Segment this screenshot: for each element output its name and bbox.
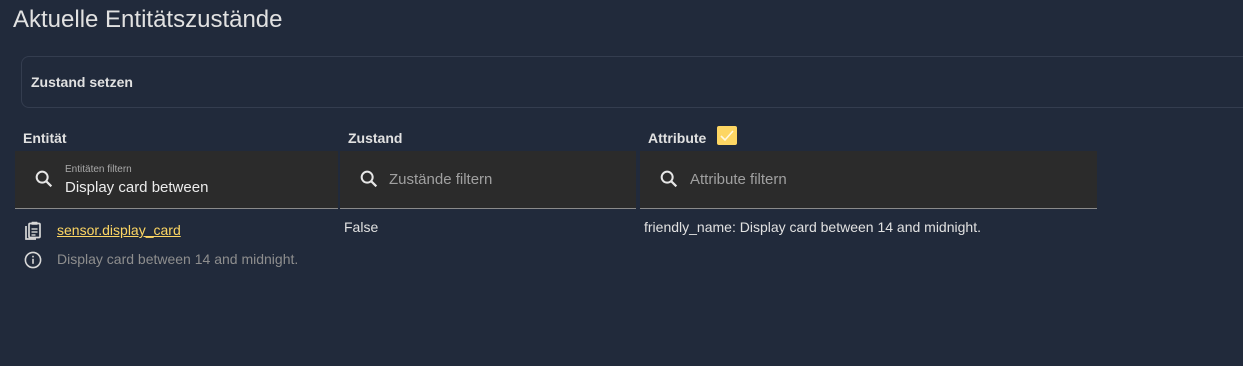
set-state-expansion-panel[interactable]: Zustand setzen [21, 56, 1243, 108]
entity-filter-field[interactable]: Entitäten filtern Display card between [15, 151, 338, 209]
copy-clipboard-icon[interactable] [23, 220, 43, 240]
state-filter-input[interactable]: Zustände filtern [389, 171, 492, 188]
state-filter-field[interactable]: Zustände filtern [340, 151, 636, 209]
set-state-label: Zustand setzen [31, 74, 133, 90]
entity-state-value: False [344, 219, 379, 235]
column-header-entity: Entität [23, 130, 67, 146]
entity-attributes-value: friendly_name: Display card between 14 a… [644, 219, 981, 235]
column-header-attributes: Attribute [648, 130, 707, 146]
column-header-state: Zustand [348, 130, 403, 146]
page-title: Aktuelle Entitätszustände [13, 6, 283, 33]
attributes-toggle-checkbox[interactable] [717, 126, 737, 145]
attributes-filter-input[interactable]: Attribute filtern [690, 171, 787, 188]
search-icon [360, 170, 378, 188]
entity-filter-label: Entitäten filtern [65, 164, 132, 175]
entity-id-link[interactable]: sensor.display_card [57, 222, 181, 238]
entity-friendly-name: Display card between 14 and midnight. [57, 251, 299, 267]
checkmark-icon [720, 130, 734, 142]
info-icon[interactable] [24, 251, 42, 269]
search-icon [35, 170, 53, 188]
developer-tools-states-page: Aktuelle Entitätszustände Zustand setzen… [0, 0, 1243, 366]
entity-filter-input[interactable]: Display card between [65, 179, 208, 196]
attributes-filter-field[interactable]: Attribute filtern [640, 151, 1097, 209]
search-icon [660, 170, 678, 188]
